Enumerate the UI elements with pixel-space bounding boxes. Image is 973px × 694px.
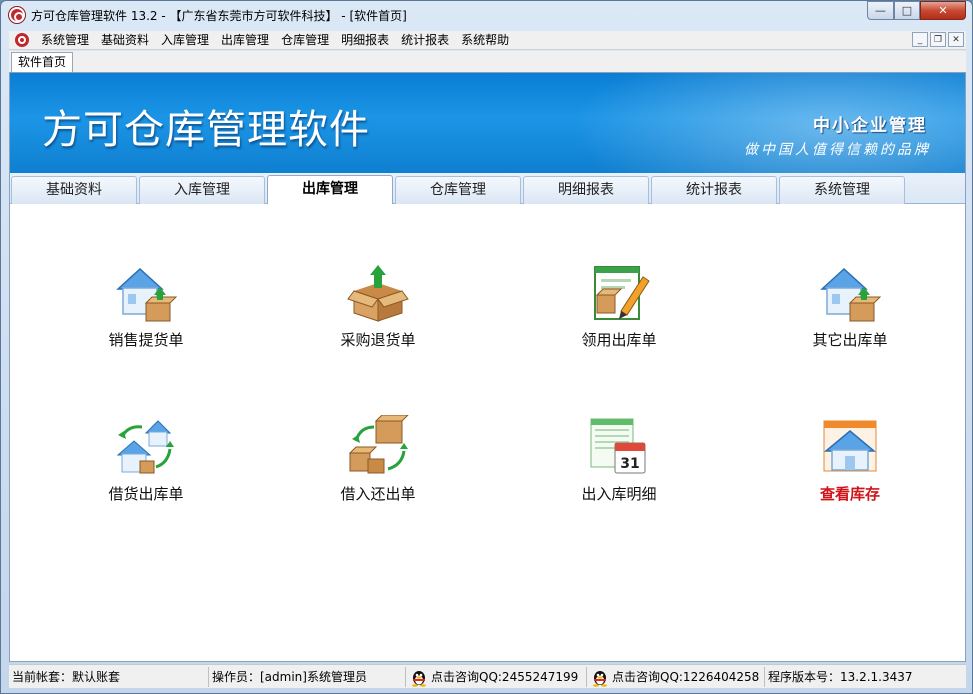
tile-label: 出入库明细 (581, 485, 657, 503)
module-tabs: 基础资料 入库管理 出库管理 仓库管理 明细报表 统计报表 系统管理 (10, 173, 965, 204)
tile-label: 采购退货单 (340, 331, 416, 349)
tile-label: 领用出库单 (581, 331, 657, 349)
main-content: 方可仓库管理软件 中小企业管理 做中国人值得信赖的品牌 基础资料 入库管理 出库… (9, 72, 966, 662)
tile-purchase-return[interactable]: 采购退货单 (298, 261, 458, 371)
mdi-controls: _ ❐ ✕ (912, 32, 964, 47)
window-controls: — □ ✕ (867, 1, 966, 20)
qq-penguin-icon (593, 670, 607, 687)
tile-inout-detail[interactable]: 31 出入库明细 (539, 415, 699, 525)
banner-title: 方可仓库管理软件 (42, 107, 370, 153)
tile-label: 销售提货单 (108, 331, 184, 349)
app-menu-icon[interactable] (15, 33, 29, 47)
menu-detail-report[interactable]: 明细报表 (335, 31, 395, 50)
tile-sales-delivery[interactable]: 销售提货单 (66, 261, 226, 371)
calendar-icon: 31 (590, 418, 646, 474)
tab-system[interactable]: 系统管理 (779, 176, 905, 204)
menu-inbound[interactable]: 入库管理 (155, 31, 215, 50)
mdi-close-button[interactable]: ✕ (948, 32, 964, 47)
doc-tab-home[interactable]: 软件首页 (11, 52, 74, 72)
title-bar[interactable]: 方可仓库管理软件 13.2 - 【广东省东莞市方可软件科技】 - [软件首页] … (1, 1, 972, 29)
menu-warehouse[interactable]: 仓库管理 (275, 31, 335, 50)
tab-inbound[interactable]: 入库管理 (139, 176, 265, 204)
menu-help[interactable]: 系统帮助 (455, 31, 515, 50)
tile-label: 借货出库单 (108, 485, 184, 503)
tile-requisition-outbound[interactable]: 领用出库单 (539, 261, 699, 371)
qq-2-text: 点击咨询QQ:1226404258 (612, 670, 760, 684)
open-box-icon (347, 265, 409, 322)
tile-view-stock[interactable]: 查看库存 (770, 415, 930, 525)
tile-label: 其它出库单 (812, 331, 888, 349)
banner: 方可仓库管理软件 中小企业管理 做中国人值得信赖的品牌 (10, 73, 965, 173)
mdi-restore-button[interactable]: ❐ (930, 32, 946, 47)
app-window: 方可仓库管理软件 13.2 - 【广东省东莞市方可软件科技】 - [软件首页] … (0, 0, 973, 694)
box-exchange-icon (348, 415, 409, 474)
document-tabs: 软件首页 (9, 51, 966, 72)
status-qq-1[interactable]: 点击咨询QQ:2455247199 (406, 666, 587, 687)
qq-penguin-icon (412, 670, 426, 687)
menu-bar: 系统管理 基础资料 入库管理 出库管理 仓库管理 明细报表 统计报表 系统帮助 … (9, 31, 966, 50)
tile-borrow-return[interactable]: 借入还出单 (298, 415, 458, 525)
tab-outbound[interactable]: 出库管理 (267, 175, 393, 204)
tile-other-outbound[interactable]: 其它出库单 (770, 261, 930, 371)
menu-outbound[interactable]: 出库管理 (215, 31, 275, 50)
status-bar: 当前帐套：默认账套 操作员：[admin]系统管理员 点击咨询QQ:245524… (9, 664, 966, 688)
tab-warehouse[interactable]: 仓库管理 (395, 176, 521, 204)
status-qq-2[interactable]: 点击咨询QQ:1226404258 (587, 666, 765, 687)
function-grid: 销售提货单 采购退货单 领用出库单 其它出库单 借货出库单 借入还出单 31 出… (10, 205, 965, 660)
house-exchange-icon (116, 420, 174, 474)
banner-slogan: 做中国人值得信赖的品牌 (744, 142, 931, 158)
status-account: 当前帐套：默认账套 (9, 666, 209, 687)
house-box-icon (820, 267, 882, 322)
qq-1-text: 点击咨询QQ:2455247199 (431, 670, 579, 684)
window-title: 方可仓库管理软件 13.2 - 【广东省东莞市方可软件科技】 - [软件首页] (31, 8, 407, 23)
close-button[interactable]: ✕ (920, 1, 966, 20)
form-pencil-icon (594, 266, 650, 320)
house-box-icon (116, 267, 178, 322)
tile-label: 借入还出单 (340, 485, 416, 503)
status-version: 程序版本号：13.2.1.3437 (768, 670, 913, 684)
app-logo-icon (9, 7, 25, 23)
tab-detail-report[interactable]: 明细报表 (523, 176, 649, 204)
maximize-button[interactable]: □ (894, 1, 920, 20)
menu-stats-report[interactable]: 统计报表 (395, 31, 455, 50)
menu-basic-data[interactable]: 基础资料 (95, 31, 155, 50)
tab-stats-report[interactable]: 统计报表 (651, 176, 777, 204)
mdi-minimize-button[interactable]: _ (912, 32, 928, 47)
minimize-button[interactable]: — (867, 1, 894, 20)
banner-subtitle: 中小企业管理 (813, 116, 927, 136)
house-window-icon (823, 420, 877, 472)
tab-basic-data[interactable]: 基础资料 (11, 176, 137, 204)
status-operator: 操作员：[admin]系统管理员 (209, 666, 406, 687)
tile-label: 查看库存 (819, 485, 880, 503)
tile-loan-outbound[interactable]: 借货出库单 (66, 415, 226, 525)
menu-system[interactable]: 系统管理 (35, 31, 95, 50)
svg-text:31: 31 (620, 456, 639, 472)
